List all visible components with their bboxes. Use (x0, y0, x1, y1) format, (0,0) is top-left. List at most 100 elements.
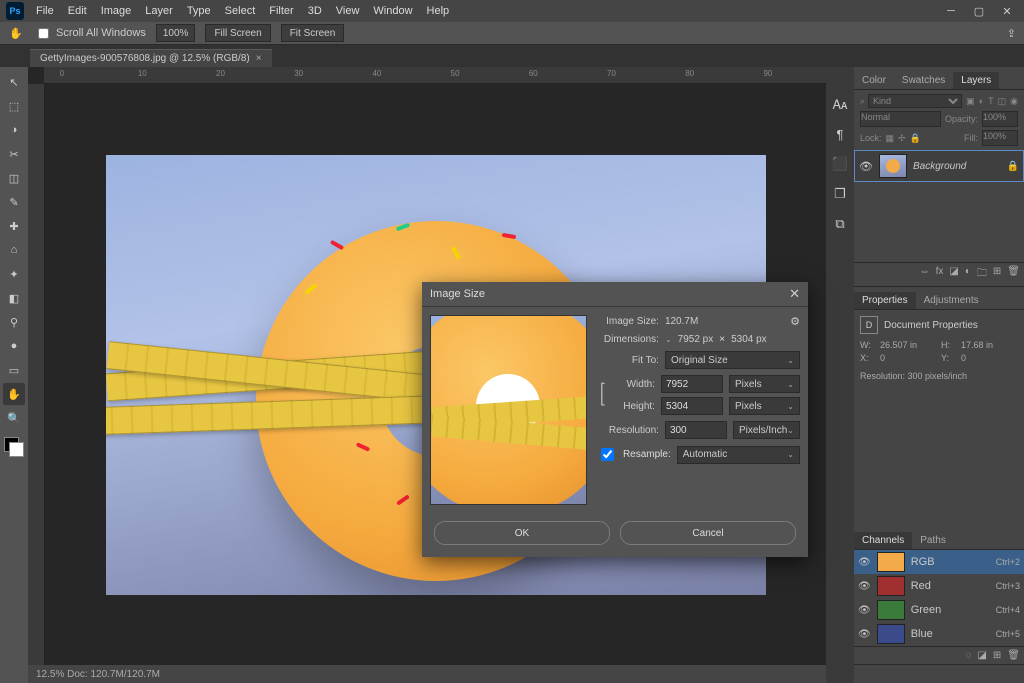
resample-select[interactable]: Automatic⌄ (677, 446, 800, 464)
scroll-all-checkbox[interactable]: Scroll All Windows (34, 25, 146, 42)
tab-properties[interactable]: Properties (854, 292, 916, 309)
cancel-button[interactable]: Cancel (620, 521, 796, 545)
healing-tool[interactable]: ✚ (3, 215, 25, 237)
tab-color[interactable]: Color (854, 72, 894, 89)
dim-height: 5304 px (731, 334, 767, 345)
fill-label: Fill: (964, 133, 978, 143)
ok-button[interactable]: OK (434, 521, 610, 545)
fill-screen-button[interactable]: Fill Screen (205, 24, 270, 42)
clone-tool[interactable]: ✦ (3, 263, 25, 285)
gradient-tool[interactable]: ◧ (3, 287, 25, 309)
tab-channels[interactable]: Channels (854, 532, 912, 549)
window-close-icon[interactable]: ✕ (996, 3, 1018, 19)
delete-layer-icon[interactable]: 🗑 (1007, 266, 1020, 283)
eyedropper-tool[interactable]: ✎ (3, 191, 25, 213)
blend-mode-select[interactable]: Normal (860, 111, 941, 127)
prop-height: 17.68 in (961, 340, 1018, 350)
new-channel-icon[interactable]: ⊞ (993, 650, 1001, 661)
rectangle-tool[interactable]: ▭ (3, 359, 25, 381)
menu-layer[interactable]: Layer (139, 0, 179, 22)
marquee-tool[interactable]: ⬚ (3, 95, 25, 117)
lock-pixels-icon[interactable]: ▦ (886, 133, 895, 144)
brush-tool[interactable]: ⌂ (3, 239, 25, 261)
layer-background[interactable]: 👁 Background 🔒 (854, 150, 1024, 182)
dimensions-dropdown-icon[interactable]: ⌄ (665, 335, 672, 344)
crop-tool[interactable]: ✂ (3, 143, 25, 165)
zoom-field[interactable]: 100% (156, 24, 196, 42)
visibility-icon[interactable]: 👁 (858, 605, 871, 616)
menu-edit[interactable]: Edit (62, 0, 93, 22)
ruler-vertical (28, 84, 45, 665)
menu-window[interactable]: Window (367, 0, 418, 22)
opacity-field[interactable]: 100% (982, 111, 1018, 127)
menu-view[interactable]: View (330, 0, 366, 22)
visibility-icon[interactable]: 👁 (858, 581, 871, 592)
channel-blue[interactable]: 👁BlueCtrl+5 (854, 622, 1024, 646)
share-icon[interactable]: ⇪ (1007, 27, 1016, 40)
lock-position-icon[interactable]: ✢ (898, 133, 906, 144)
fit-screen-button[interactable]: Fit Screen (281, 24, 345, 42)
type-tool[interactable]: ⚲ (3, 311, 25, 333)
menu-filter[interactable]: Filter (263, 0, 299, 22)
fill-field[interactable]: 100% (982, 130, 1018, 146)
channel-red[interactable]: 👁RedCtrl+3 (854, 574, 1024, 598)
window-minimize-icon[interactable]: ─ (940, 3, 962, 19)
image-size-dialog: Image Size ✕ Image Size:120.7M⚙ Dimensio… (422, 282, 808, 557)
close-tab-icon[interactable]: × (256, 53, 262, 64)
width-input[interactable] (661, 375, 723, 393)
channel-green[interactable]: 👁GreenCtrl+4 (854, 598, 1024, 622)
gear-icon[interactable]: ⚙ (790, 315, 800, 328)
width-unit-select[interactable]: Pixels⌄ (729, 375, 800, 393)
tab-swatches[interactable]: Swatches (894, 72, 953, 89)
new-layer-icon[interactable]: ⊞ (993, 266, 1001, 283)
window-maximize-icon[interactable]: ▢ (968, 3, 990, 19)
frame-tool[interactable]: ◫ (3, 167, 25, 189)
history-panel-icon[interactable]: ⧉ (835, 216, 844, 232)
adjustment-layer-icon[interactable]: ◐ (965, 266, 971, 283)
channel-rgb[interactable]: 👁RGBCtrl+2 (854, 550, 1024, 574)
visibility-icon[interactable]: 👁 (859, 160, 873, 173)
height-unit-select[interactable]: Pixels⌄ (729, 397, 800, 415)
lasso-tool[interactable]: ◑ (3, 119, 25, 141)
resample-checkbox[interactable] (601, 448, 614, 461)
libraries-panel-icon[interactable]: ❐ (834, 186, 846, 202)
document-tab[interactable]: GettyImages-900576808.jpg @ 12.5% (RGB/8… (30, 49, 272, 67)
character-panel-icon[interactable]: 🗛 (833, 97, 848, 113)
paragraph-panel-icon[interactable]: ¶ (837, 127, 844, 142)
resolution-unit-select[interactable]: Pixels/Inch⌄ (733, 421, 800, 439)
color-swatches[interactable] (4, 437, 24, 457)
height-input[interactable] (661, 397, 723, 415)
delete-channel-icon[interactable]: 🗑 (1007, 650, 1020, 661)
move-tool[interactable]: ↖ (3, 71, 25, 93)
menu-type[interactable]: Type (181, 0, 217, 22)
menu-image[interactable]: Image (95, 0, 138, 22)
menu-select[interactable]: Select (219, 0, 262, 22)
layer-mask-icon[interactable]: ◪ (949, 266, 958, 283)
menu-help[interactable]: Help (421, 0, 456, 22)
options-bar: ✋ Scroll All Windows 100% Fill Screen Fi… (0, 22, 1024, 45)
layer-kind-select[interactable]: Kind (868, 94, 962, 108)
tab-paths[interactable]: Paths (912, 532, 954, 549)
menu-file[interactable]: File (30, 0, 60, 22)
tab-layers[interactable]: Layers (953, 72, 999, 89)
lock-all-icon[interactable]: 🔒 (910, 133, 921, 144)
collapsed-panel-column: 🗛 ¶ ⬛ ❐ ⧉ (826, 67, 854, 683)
dialog-close-icon[interactable]: ✕ (789, 286, 800, 302)
visibility-icon[interactable]: 👁 (858, 629, 871, 640)
tool-palette: ↖ ⬚ ◑ ✂ ◫ ✎ ✚ ⌂ ✦ ◧ ⚲ ● ▭ ✋ 🔍 (0, 67, 28, 683)
shape-tool[interactable]: ● (3, 335, 25, 357)
hand-tool[interactable]: ✋ (3, 383, 25, 405)
resolution-input[interactable] (665, 421, 727, 439)
fit-to-select[interactable]: Original Size⌄ (665, 351, 800, 369)
menu-3d[interactable]: 3D (302, 0, 328, 22)
visibility-icon[interactable]: 👁 (858, 557, 871, 568)
tab-adjustments[interactable]: Adjustments (916, 292, 987, 309)
zoom-tool[interactable]: 🔍 (3, 407, 25, 429)
save-selection-icon[interactable]: ◪ (977, 650, 986, 661)
layer-style-icon[interactable]: fx (936, 266, 944, 283)
load-selection-icon[interactable]: ◌ (966, 650, 972, 661)
ruler-horizontal: 0102030405060708090 (44, 67, 826, 84)
swatches-panel-icon[interactable]: ⬛ (832, 156, 848, 172)
link-layers-icon[interactable]: ⇔ (920, 266, 930, 283)
layer-group-icon[interactable]: 🗀 (977, 266, 987, 283)
